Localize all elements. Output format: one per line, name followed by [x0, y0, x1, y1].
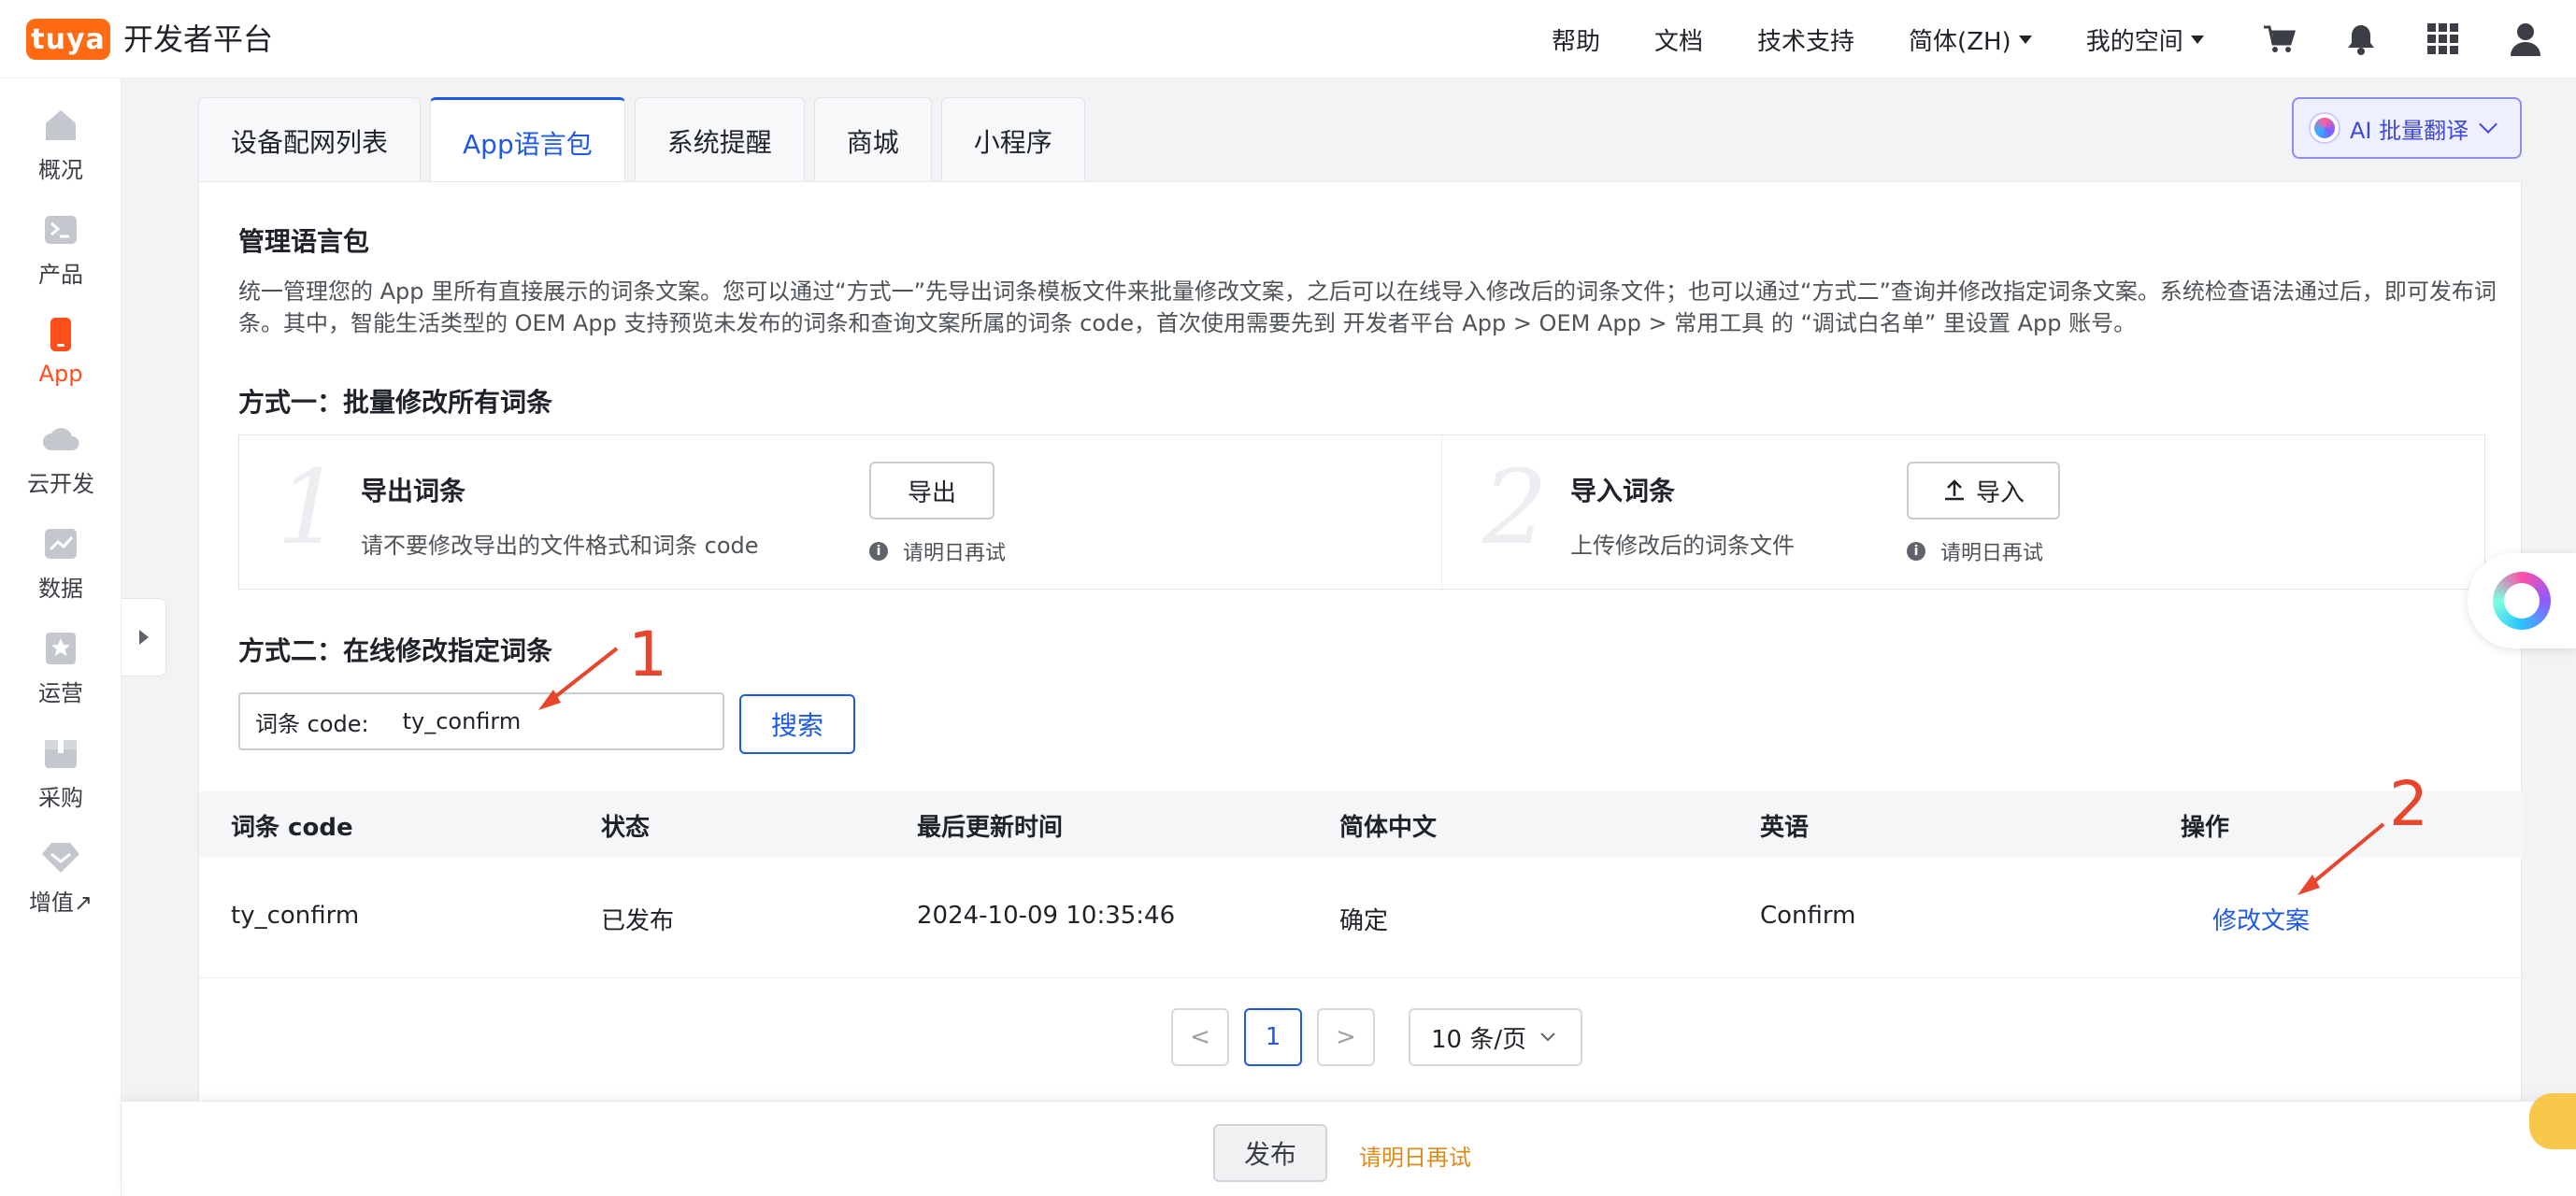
annotation-arrows — [538, 647, 2385, 895]
annotation-number-1: 1 — [628, 619, 667, 691]
mascot-icon[interactable] — [2529, 1093, 2576, 1149]
annotation-arrow-2 — [2305, 822, 2385, 890]
assistant-orb-icon — [2493, 572, 2551, 630]
arrowhead-1 — [538, 690, 561, 710]
floating-assistant-button[interactable] — [2468, 553, 2576, 648]
annotation-number-2: 2 — [2389, 768, 2428, 840]
annotation-arrow-1 — [546, 647, 619, 705]
